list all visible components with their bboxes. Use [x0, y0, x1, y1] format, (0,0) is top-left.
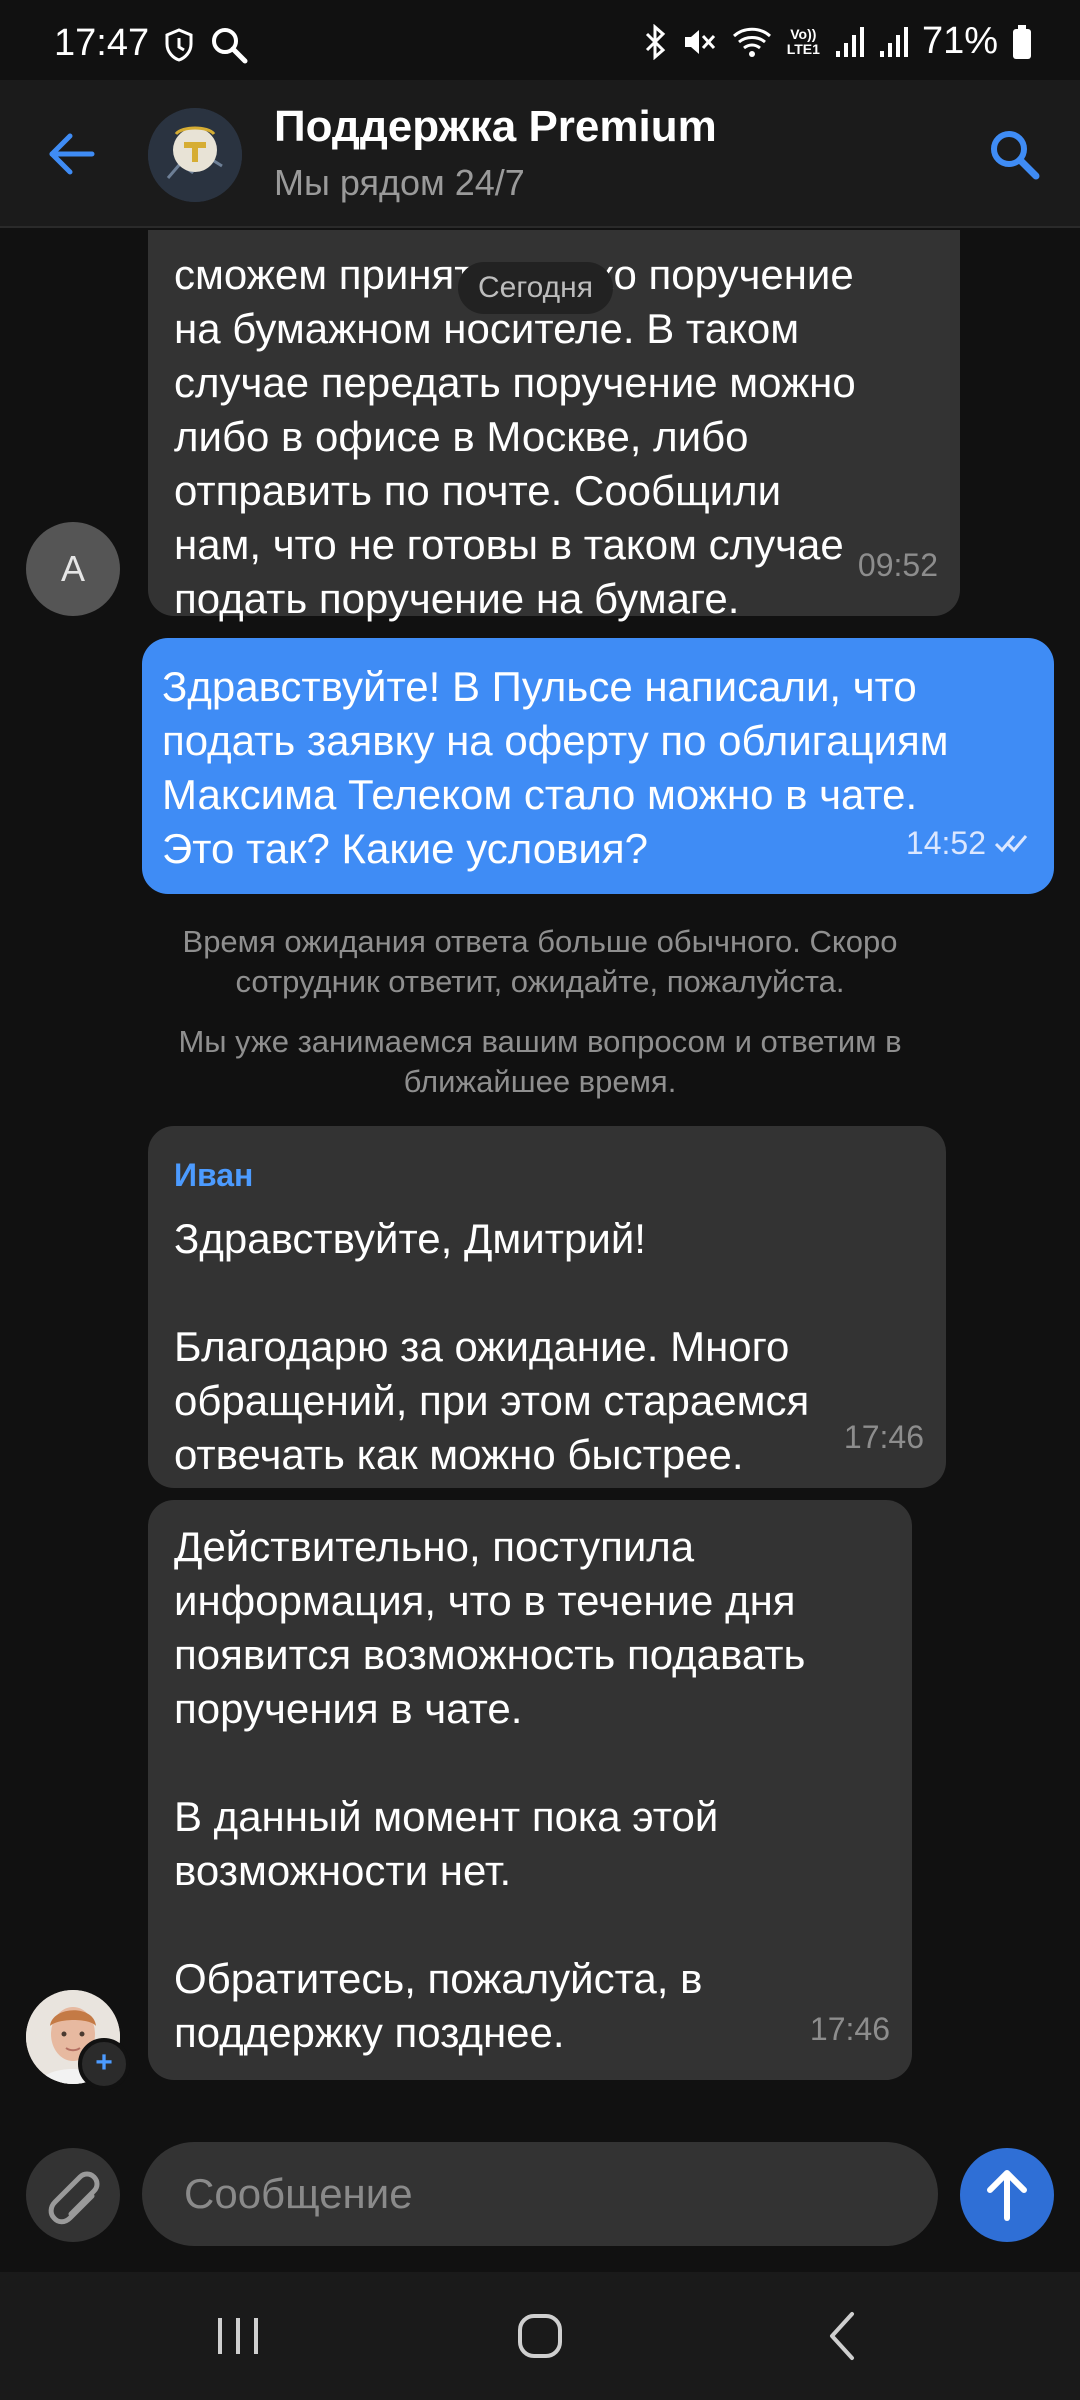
- chat-title: Поддержка Premium: [274, 102, 717, 151]
- shield-icon: [165, 28, 193, 62]
- chat-messages[interactable]: сможем принять только поручение на бумаж…: [0, 230, 1080, 2110]
- message-text: Здравствуйте, Дмитрий! Благодарю за ожид…: [174, 1215, 810, 1478]
- paperclip-icon: [48, 2171, 100, 2225]
- message-time: 09:52: [857, 547, 938, 583]
- search-icon[interactable]: [984, 124, 1044, 184]
- volte-icon: Vo)) LTE1: [786, 25, 820, 57]
- bank-crest-icon: [148, 108, 242, 202]
- message-text: Действительно, поступила информация, что…: [174, 1523, 806, 2056]
- date-separator: Сегодня: [458, 262, 613, 314]
- battery-percent: 71%: [921, 20, 998, 62]
- signal-icon: [835, 26, 864, 57]
- message-time-status: 14:52: [906, 816, 1032, 870]
- system-navbar: [0, 2272, 1080, 2400]
- volte-label-bottom: LTE1: [786, 40, 820, 57]
- bluetooth-icon: [645, 23, 665, 60]
- battery-icon: [1013, 24, 1031, 59]
- message-input[interactable]: [142, 2142, 938, 2246]
- double-check-icon: [994, 835, 1028, 853]
- back-arrow-icon[interactable]: [44, 126, 100, 182]
- support-logo-avatar[interactable]: [148, 108, 242, 202]
- sender-name[interactable]: Иван: [174, 1148, 920, 1202]
- message-time: 17:46: [843, 1419, 924, 1455]
- recent-apps-icon[interactable]: [198, 2302, 278, 2370]
- home-icon[interactable]: [500, 2302, 580, 2370]
- message-bubble[interactable]: Иван Здравствуйте, Дмитрий! Благодарю за…: [148, 1126, 946, 1488]
- message-bubble[interactable]: Здравствуйте! В Пульсе написали, что под…: [142, 638, 1054, 894]
- message-text: Здравствуйте! В Пульсе написали, что под…: [162, 663, 949, 872]
- agent-badge: +: [78, 2038, 130, 2090]
- message-time: 14:52: [905, 825, 986, 861]
- status-time: 17:47: [54, 22, 150, 64]
- signal-icon: [879, 26, 908, 57]
- arrow-up-icon: [987, 2170, 1027, 2221]
- volte-label-top: Vo)): [790, 25, 817, 42]
- search-icon: [212, 28, 248, 64]
- chat-header: Поддержка Premium Мы рядом 24/7: [0, 80, 1080, 228]
- avatar[interactable]: А: [26, 522, 120, 616]
- back-icon[interactable]: [802, 2302, 882, 2370]
- wifi-icon: [732, 27, 771, 57]
- system-note: Время ожидания ответа больше обычного. С…: [182, 924, 898, 999]
- attach-button[interactable]: [26, 2148, 120, 2242]
- message-time: 17:46: [809, 2011, 890, 2047]
- system-note: Мы уже занимаемся вашим вопросом и ответ…: [178, 1024, 902, 1099]
- mute-icon: [684, 29, 715, 54]
- chat-subtitle: Мы рядом 24/7: [274, 162, 525, 203]
- message-composer: [0, 2120, 1080, 2270]
- send-button[interactable]: [960, 2148, 1054, 2242]
- message-bubble[interactable]: Действительно, поступила информация, что…: [148, 1500, 912, 2080]
- status-bar: 17:47 Vo)) LTE1 71%: [0, 0, 1080, 80]
